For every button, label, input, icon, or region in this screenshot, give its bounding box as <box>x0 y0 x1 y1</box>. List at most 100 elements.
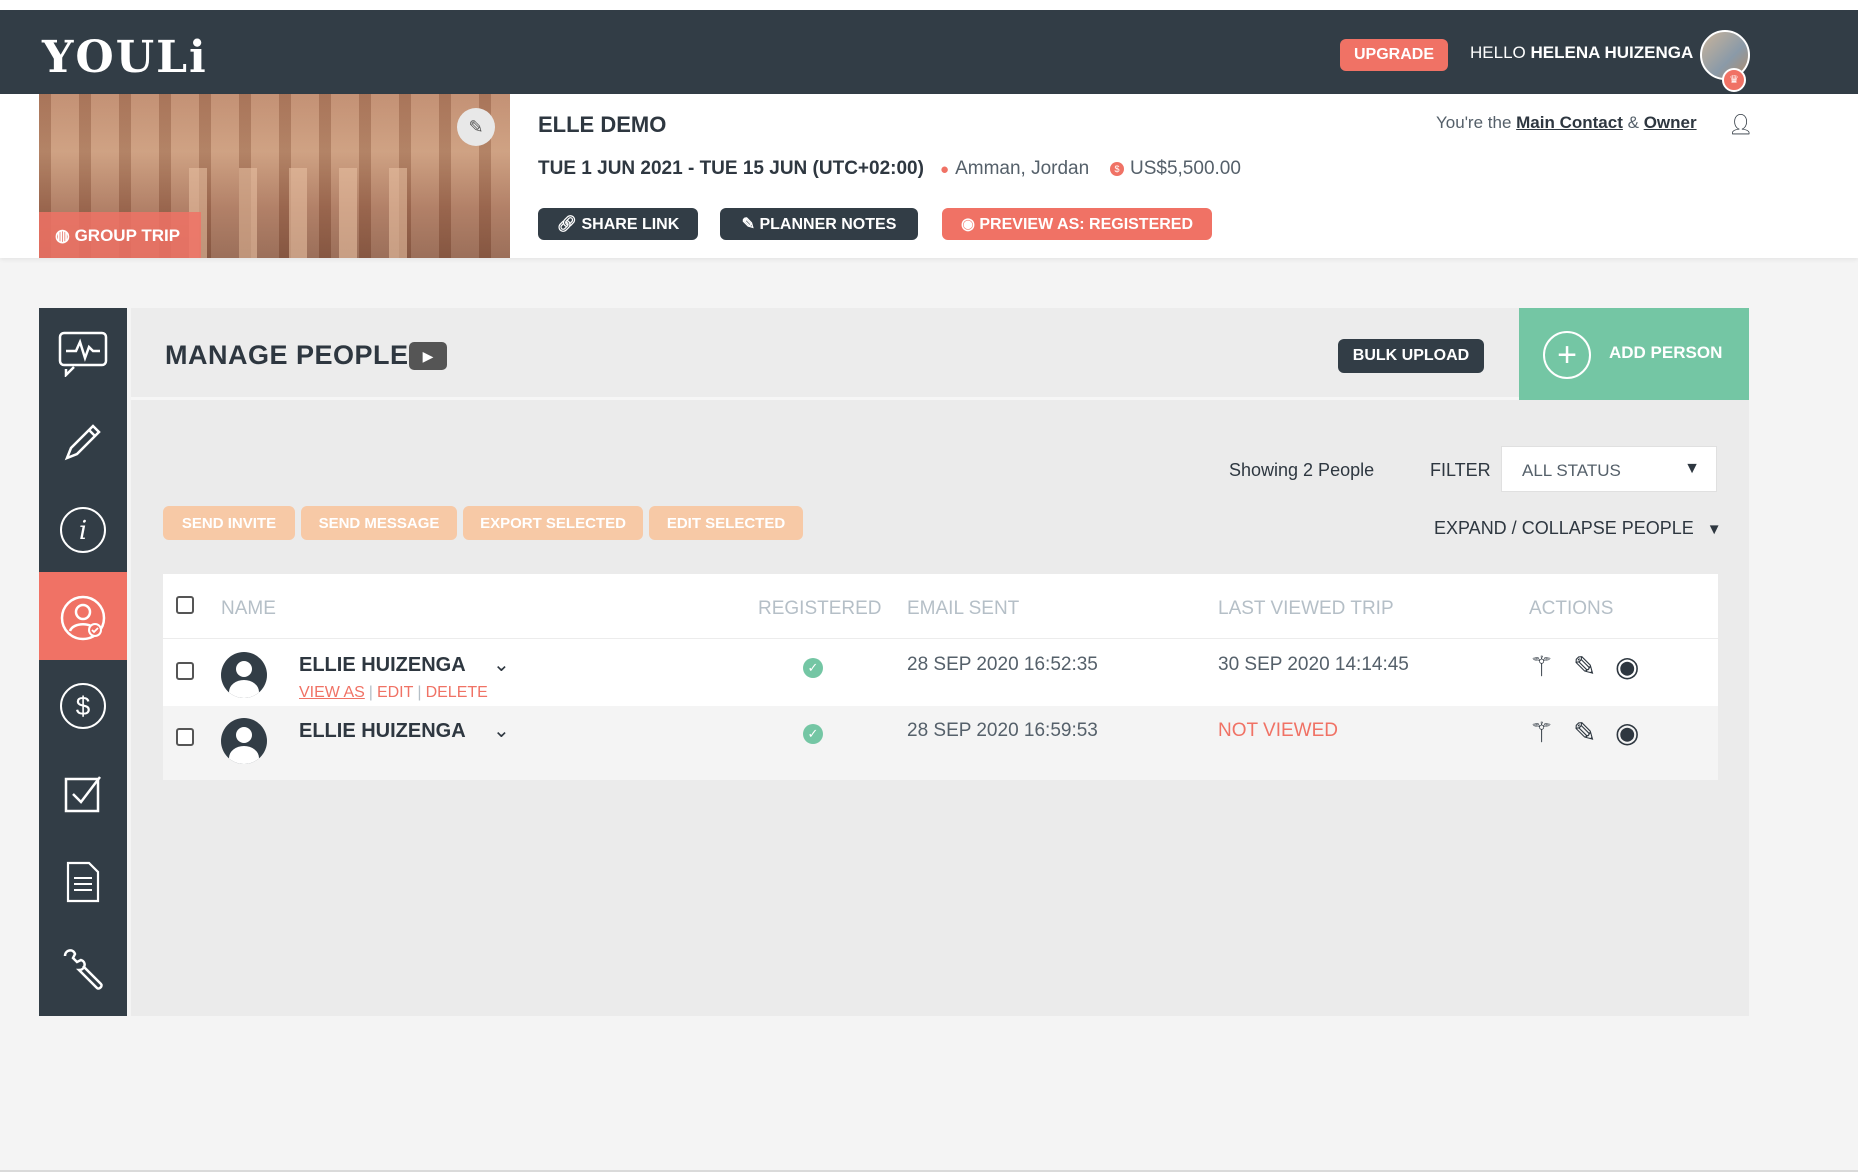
group-trip-icon: ◍ <box>55 226 75 245</box>
owner-link[interactable]: Owner <box>1644 113 1697 132</box>
expand-collapse-label: EXPAND / COLLAPSE PEOPLE <box>1434 518 1694 538</box>
header-actions: ACTIONS <box>1529 598 1614 619</box>
edit-cover-icon[interactable]: ✎ <box>457 108 495 146</box>
user-name: HELENA HUIZENGA <box>1530 43 1694 62</box>
trip-price-text: US$5,500.00 <box>1130 158 1241 179</box>
main-contact-link[interactable]: Main Contact <box>1516 113 1623 132</box>
sidebar-item-info[interactable]: i <box>39 484 127 572</box>
upgrade-button[interactable]: UPGRADE <box>1340 39 1448 71</box>
header-last-viewed: LAST VIEWED TRIP <box>1218 598 1394 619</box>
table-row: ELLIE HUIZENGA ⌄ VIEW AS | EDIT | DELETE ✓ 2… <box>163 640 1718 714</box>
people-icon <box>60 595 106 641</box>
person-name[interactable]: ELLIE HUIZENGA <box>299 654 466 677</box>
preview-as-button[interactable]: ◉ PREVIEW AS: REGISTERED <box>942 208 1212 240</box>
table-row: ELLIE HUIZENGA ⌄ ✓ 28 SEP 2020 16:59:53 … <box>163 706 1718 780</box>
checkbox-icon <box>64 776 101 813</box>
status-filter-select[interactable]: ALL STATUS ▼ <box>1501 446 1717 492</box>
caret-down-icon: ▼ <box>1706 521 1722 538</box>
header-email-sent: EMAIL SENT <box>907 598 1020 619</box>
youli-logo[interactable]: YOULi <box>42 32 208 83</box>
header-divider <box>163 638 1718 639</box>
send-message-button[interactable]: SEND MESSAGE <box>301 506 457 540</box>
sidebar-item-settings[interactable] <box>39 924 127 1012</box>
header-name: NAME <box>221 598 276 619</box>
row-links: VIEW AS | EDIT | DELETE <box>299 684 488 701</box>
chevron-down-icon[interactable]: ⌄ <box>493 718 510 743</box>
trip-title: ELLE DEMO <box>538 112 667 137</box>
send-invite-button[interactable]: SEND INVITE <box>163 506 295 540</box>
link-icon: 🔗︎ <box>556 216 582 233</box>
sidebar-item-people[interactable] <box>39 572 127 660</box>
person-name[interactable]: ELLIE HUIZENGA <box>299 720 466 743</box>
video-play-icon[interactable]: ▶ <box>409 342 447 370</box>
chat-activity-icon <box>58 331 108 378</box>
bulk-upload-button[interactable]: BULK UPLOAD <box>1338 339 1484 373</box>
top-strip <box>0 0 1858 10</box>
sidebar-item-activity[interactable] <box>39 308 127 396</box>
add-person-label: ADD PERSON <box>1609 343 1723 362</box>
magic-wand-icon[interactable]: ⚚ <box>1529 716 1554 749</box>
dollar-icon: $ <box>60 682 106 729</box>
person-icon: 👤︎ <box>1728 114 1754 136</box>
filter-value: ALL STATUS <box>1522 461 1621 480</box>
trip-location-text: Amman, Jordan <box>955 158 1090 179</box>
share-link-label: SHARE LINK <box>581 216 680 233</box>
expand-collapse-toggle[interactable]: EXPAND / COLLAPSE PEOPLE ▼ <box>1434 518 1722 539</box>
people-table: NAME REGISTERED EMAIL SENT LAST VIEWED T… <box>163 574 1718 780</box>
greeting-prefix: HELLO <box>1470 43 1526 62</box>
row-checkbox[interactable] <box>176 662 194 680</box>
coin-icon: $ <box>1110 162 1124 176</box>
preview-as-label: PREVIEW AS: REGISTERED <box>979 216 1194 233</box>
trip-dates: TUE 1 JUN 2021 - TUE 15 JUN (UTC+02:00) <box>538 158 924 179</box>
contact-amp: & <box>1627 113 1639 132</box>
sidebar-item-documents[interactable] <box>39 836 127 924</box>
location-pin-icon: ● <box>940 161 950 178</box>
planner-notes-label: PLANNER NOTES <box>759 216 897 233</box>
share-link-button[interactable]: 🔗︎ SHARE LINK <box>538 208 698 240</box>
registered-check-icon: ✓ <box>803 658 823 678</box>
avatar <box>221 718 267 764</box>
caret-down-icon: ▼ <box>1684 460 1700 477</box>
edit-link[interactable]: EDIT <box>377 684 413 701</box>
crown-badge-icon: ♛ <box>1722 68 1746 92</box>
showing-count: Showing 2 People <box>1229 460 1375 480</box>
sidebar: i $ <box>39 308 127 1016</box>
email-sent-cell: 28 SEP 2020 16:59:53 <box>907 720 1098 741</box>
group-trip-label: GROUP TRIP <box>74 226 181 245</box>
document-icon <box>66 861 100 903</box>
contact-role: You're the Main Contact & Owner <box>1436 113 1697 133</box>
navbar: YOULi UPGRADE HELLO HELENA HUIZENGA ♛ <box>0 10 1858 94</box>
greeting: HELLO HELENA HUIZENGA <box>1470 43 1693 63</box>
view-as-link[interactable]: VIEW AS <box>299 684 365 701</box>
select-all-checkbox[interactable] <box>176 596 194 614</box>
sidebar-item-budget[interactable]: $ <box>39 660 127 748</box>
trip-price: $ US$5,500.00 <box>1110 158 1241 180</box>
group-trip-badge: ◍ GROUP TRIP <box>39 212 201 258</box>
chevron-down-icon[interactable]: ⌄ <box>493 652 510 677</box>
sidebar-item-edit[interactable] <box>39 396 127 484</box>
last-viewed-cell: 30 SEP 2020 14:14:45 <box>1218 654 1409 675</box>
edit-selected-button[interactable]: EDIT SELECTED <box>649 506 803 540</box>
edit-pencil-icon[interactable]: ✎ <box>1573 650 1596 683</box>
edit-pencil-icon[interactable]: ✎ <box>1573 716 1596 749</box>
view-eye-icon[interactable]: ◉ <box>1615 650 1639 683</box>
add-person-button[interactable]: + ADD PERSON <box>1519 308 1749 400</box>
avatar <box>221 652 267 698</box>
row-checkbox[interactable] <box>176 728 194 746</box>
last-viewed-cell: NOT VIEWED <box>1218 720 1338 741</box>
eye-icon: ◉ <box>960 216 980 233</box>
magic-wand-icon[interactable]: ⚚ <box>1529 650 1554 683</box>
planner-notes-button[interactable]: ✎ PLANNER NOTES <box>720 208 918 240</box>
pencil-icon <box>64 424 101 461</box>
delete-link[interactable]: DELETE <box>426 684 488 701</box>
export-selected-button[interactable]: EXPORT SELECTED <box>463 506 643 540</box>
info-icon: i <box>60 506 106 553</box>
filter-label: FILTER <box>1430 460 1491 480</box>
sidebar-item-tasks[interactable] <box>39 748 127 836</box>
header-registered: REGISTERED <box>758 598 882 619</box>
page-title: MANAGE PEOPLE <box>165 340 409 370</box>
view-eye-icon[interactable]: ◉ <box>1615 716 1639 749</box>
registered-check-icon: ✓ <box>803 724 823 744</box>
wrench-icon <box>63 949 103 990</box>
plus-icon: + <box>1543 331 1591 379</box>
